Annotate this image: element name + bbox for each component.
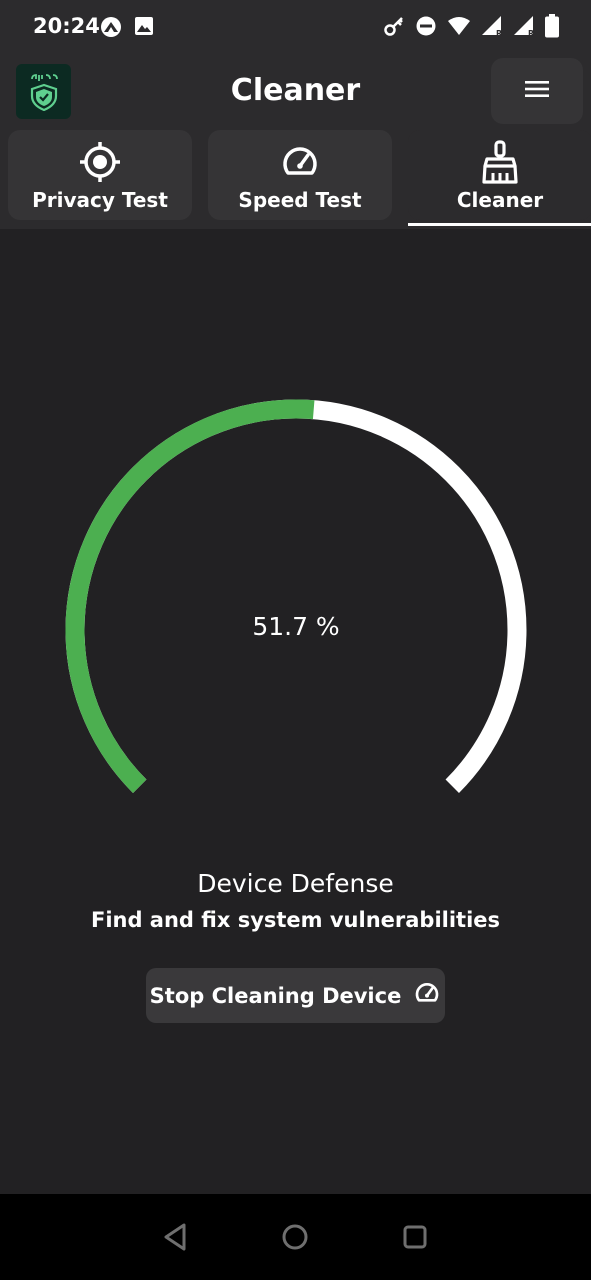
section-subtitle: Find and fix system vulnerabilities xyxy=(90,908,501,932)
svg-text:R: R xyxy=(528,29,534,37)
signal-roaming-icon: R xyxy=(481,15,503,42)
progress-gauge xyxy=(65,399,527,793)
cleaner-screen: 20:24 R R Cleaner Privacy Test Speed Tes… xyxy=(0,0,591,1280)
battery-icon xyxy=(545,13,559,43)
stop-cleaning-button[interactable]: Stop Cleaning Device xyxy=(146,968,445,1023)
key-icon xyxy=(383,15,405,42)
tab-cleaner[interactable]: Cleaner xyxy=(408,130,591,220)
crosshair-icon xyxy=(79,142,121,182)
recents-icon[interactable] xyxy=(398,1220,432,1254)
app-notification-icon xyxy=(100,16,122,43)
status-time: 20:24 xyxy=(33,14,100,38)
status-bar: 20:24 R R xyxy=(0,0,591,56)
stop-cleaning-label: Stop Cleaning Device xyxy=(149,983,402,1008)
tab-label: Privacy Test xyxy=(32,188,168,212)
speedometer-icon xyxy=(413,979,441,1012)
tab-bar: Privacy Test Speed Test Cleaner xyxy=(0,128,591,229)
progress-value: 51.7 % xyxy=(252,612,340,641)
menu-button[interactable] xyxy=(491,58,583,124)
back-icon[interactable] xyxy=(158,1220,192,1254)
image-icon xyxy=(134,16,154,41)
home-icon[interactable] xyxy=(278,1220,312,1254)
hamburger-menu-icon xyxy=(524,79,550,104)
status-icons: R R xyxy=(383,13,559,43)
system-nav-bar xyxy=(0,1194,591,1280)
gauge-progress xyxy=(65,399,315,793)
broom-icon xyxy=(479,140,521,184)
selected-tab-indicator xyxy=(408,223,591,226)
signal-roaming-icon: R xyxy=(513,15,535,42)
do-not-disturb-icon xyxy=(415,15,437,42)
app-header: Cleaner xyxy=(0,56,591,128)
tab-label: Cleaner xyxy=(456,188,544,212)
svg-text:R: R xyxy=(496,29,502,37)
speedometer-icon xyxy=(279,142,321,182)
tab-speed-test[interactable]: Speed Test xyxy=(208,130,392,220)
wifi-icon xyxy=(447,16,471,41)
section-title: Device Defense xyxy=(197,869,394,898)
tab-label: Speed Test xyxy=(238,188,362,212)
tab-privacy-test[interactable]: Privacy Test xyxy=(8,130,192,220)
